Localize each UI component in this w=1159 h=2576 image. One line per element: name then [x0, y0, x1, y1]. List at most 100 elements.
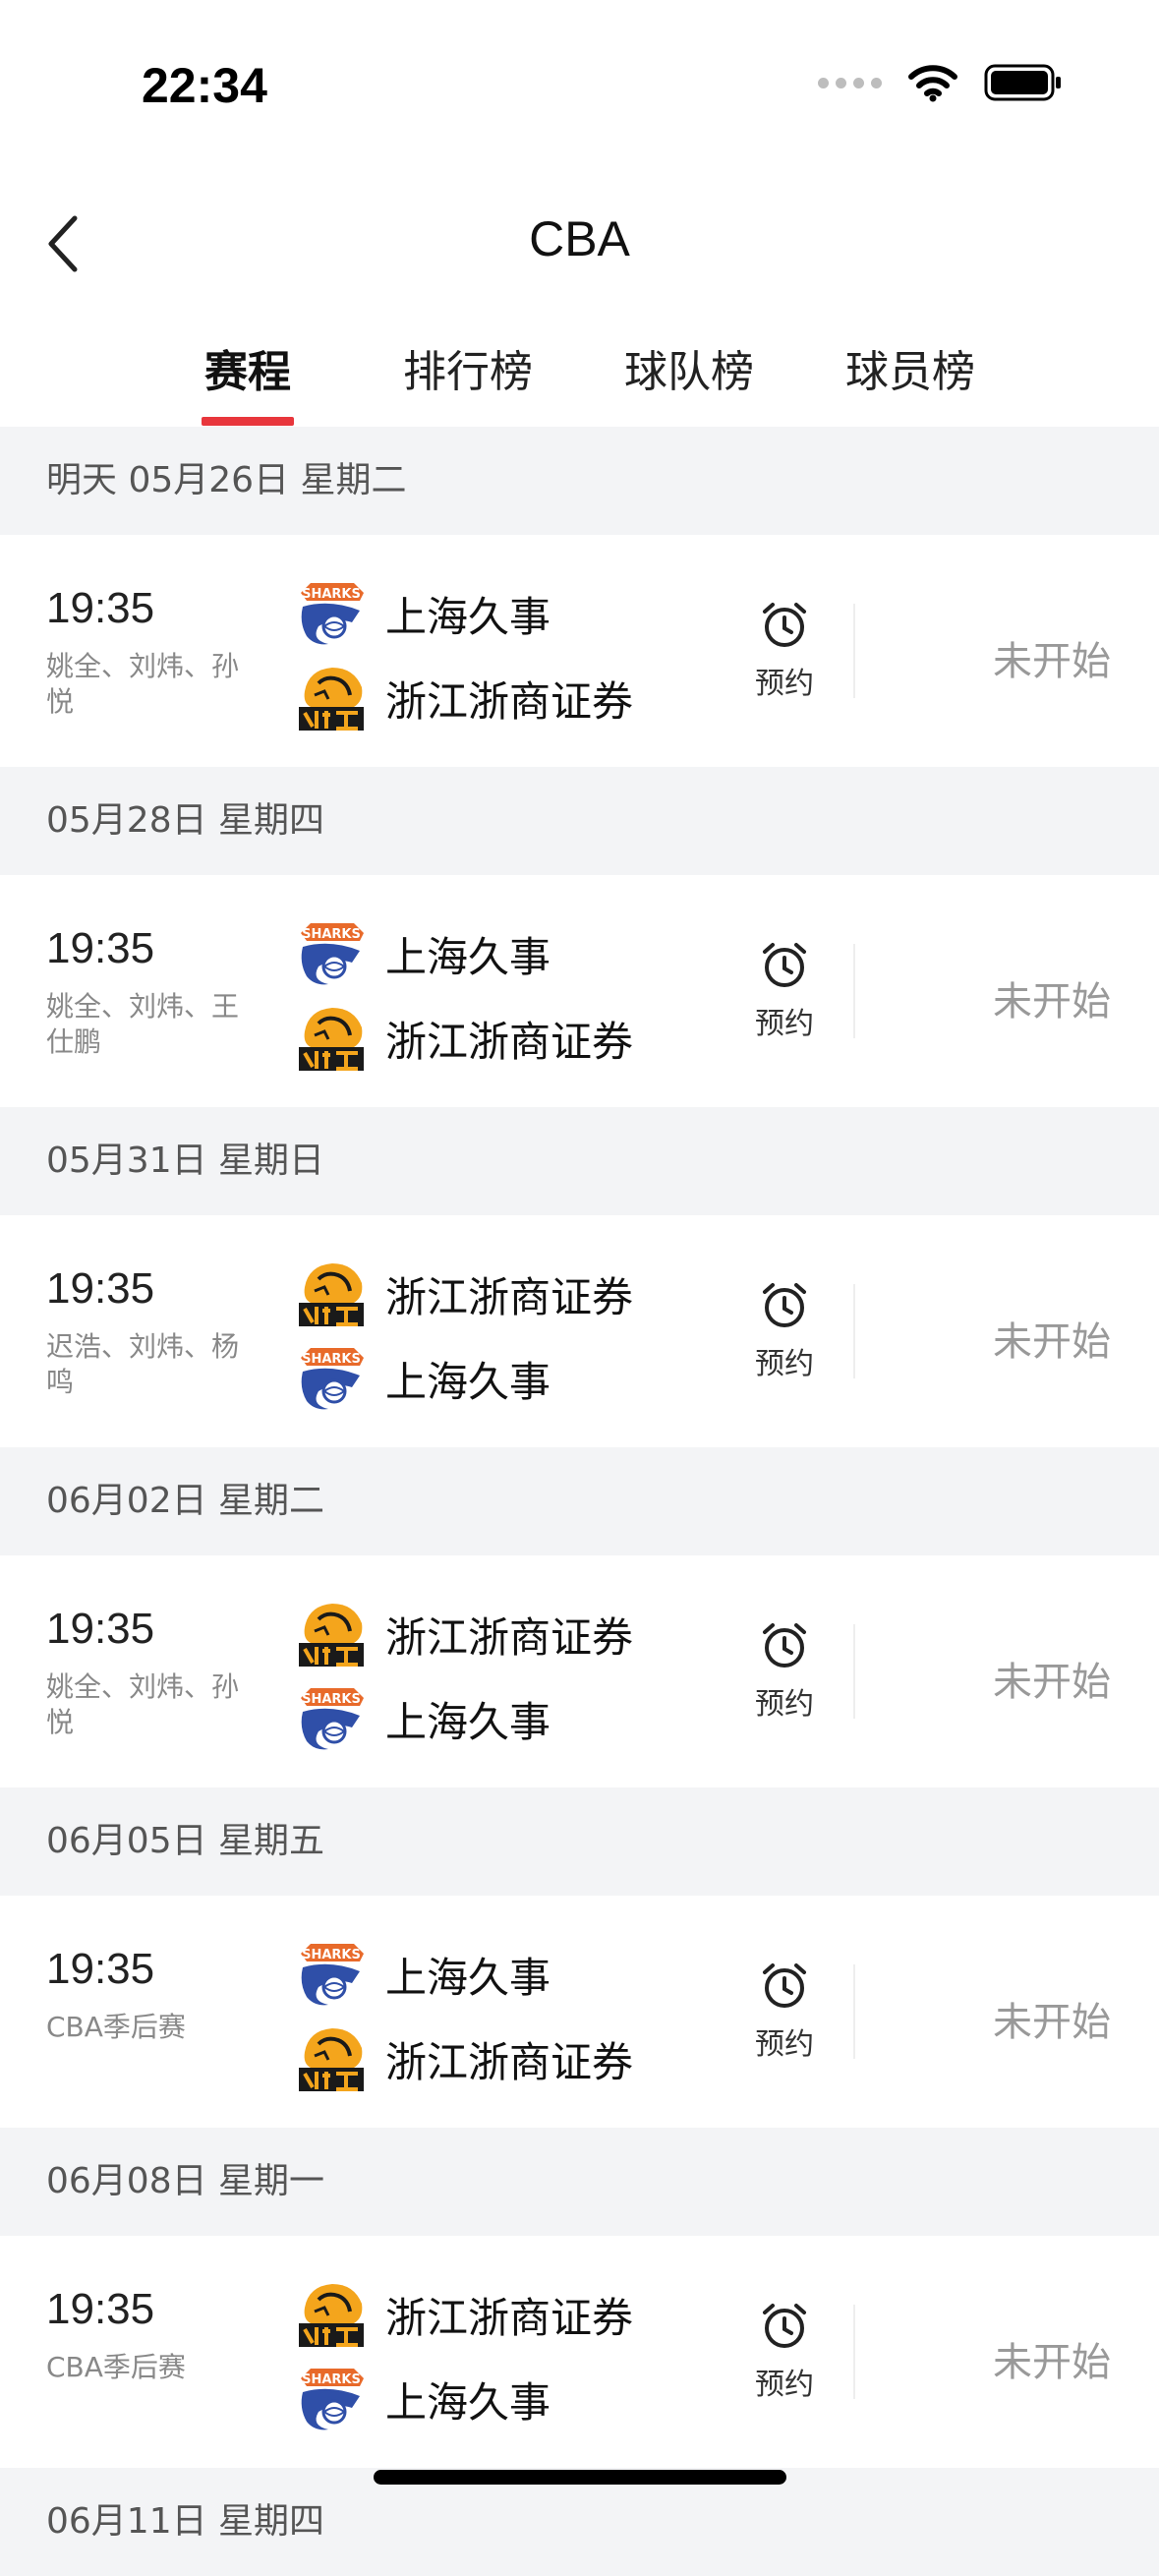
status-icons [818, 63, 1063, 102]
date-header: 明天 05月26日 星期二 [0, 427, 1159, 535]
svg-text:SHARKS: SHARKS [302, 927, 361, 942]
tab-rankings[interactable]: 排行榜 [389, 336, 547, 399]
home-team[interactable]: SHARKS 上海久事 [295, 916, 551, 991]
match-time: 19:35 [46, 924, 155, 972]
status-time: 22:34 [142, 58, 267, 113]
match-row[interactable]: 19:35 CBA季后赛 SHARKS 上海久事 浙江浙商证券 预约 未开始 [0, 1896, 1159, 2128]
reserve-label: 预约 [755, 2027, 814, 2062]
away-team[interactable]: 浙江浙商证券 [295, 661, 633, 735]
date-header: 05月31日 星期日 [0, 1107, 1159, 1215]
commentators: CBA季后赛 [46, 2011, 186, 2043]
match-time: 19:35 [46, 1605, 155, 1653]
team-name: 浙江浙商证券 [385, 1017, 634, 1066]
match-row[interactable]: 19:35 姚全、刘炜、孙悦 SHARKS 上海久事浙江浙商证券 预约 未开始 [0, 535, 1159, 767]
team-name: 浙江浙商证券 [385, 1612, 634, 1662]
match-time: 19:35 [46, 1264, 155, 1313]
home-team[interactable]: SHARKS 上海久事 [295, 576, 551, 651]
reserve-button[interactable]: 预约 [745, 1961, 824, 2063]
schedule-list: 明天 05月26日 星期二 19:35 姚全、刘炜、孙悦 SHARKS 上海久事 浙江浙商… [0, 427, 1159, 2576]
home-indicator[interactable] [374, 2470, 786, 2485]
tab-team-stats[interactable]: 球队榜 [610, 336, 768, 399]
alarm-clock-icon [763, 1963, 806, 2008]
divider [853, 944, 855, 1038]
reserve-label: 预约 [755, 1347, 814, 1381]
home-team[interactable]: 浙江浙商证券 [295, 1257, 633, 1331]
divider [853, 604, 855, 698]
alarm-clock-icon [763, 943, 806, 987]
shanghai-team-logo-icon: SHARKS [295, 1342, 368, 1415]
shanghai-team-logo-icon: SHARKS [295, 2363, 368, 2435]
reserve-button[interactable]: 预约 [745, 600, 824, 702]
svg-text:SHARKS: SHARKS [302, 2372, 361, 2387]
divider [853, 1624, 855, 1719]
commentators: CBA季后赛 [46, 2351, 186, 2383]
match-time: 19:35 [46, 584, 155, 632]
wifi-icon [908, 65, 957, 102]
shanghai-team-logo-icon: SHARKS [295, 1938, 368, 2011]
zhejiang-team-logo-icon [295, 1002, 368, 1075]
match-row[interactable]: 19:35 姚全、刘炜、孙悦 浙江浙商证券 SHARKS 上海久事 预约 未开始 [0, 1555, 1159, 1787]
match-status: 未开始 [993, 979, 1111, 1025]
match-status: 未开始 [993, 2340, 1111, 2385]
team-name: 上海久事 [385, 2377, 551, 2427]
commentators: 姚全、刘炜、王仕鹏 [46, 990, 240, 1058]
commentators: 姚全、刘炜、孙悦 [46, 650, 240, 718]
reserve-label: 预约 [755, 1007, 814, 1041]
divider [853, 1284, 855, 1378]
team-name: 上海久事 [385, 592, 551, 641]
reserve-button[interactable]: 预约 [745, 1620, 824, 1723]
match-status: 未开始 [993, 639, 1111, 684]
away-team[interactable]: 浙江浙商证券 [295, 1001, 633, 1076]
match-row[interactable]: 19:35 迟浩、刘炜、杨鸣 浙江浙商证券 SHARKS 上海久事 预约 未开始 [0, 1215, 1159, 1447]
team-name: 上海久事 [385, 1357, 551, 1406]
reserve-button[interactable]: 预约 [745, 2301, 824, 2403]
zhejiang-team-logo-icon [295, 2022, 368, 2095]
alarm-clock-icon [763, 1623, 806, 1668]
date-header: 06月05日 星期五 [0, 1787, 1159, 1896]
team-name: 浙江浙商证券 [385, 1272, 634, 1321]
zhejiang-team-logo-icon [295, 2278, 368, 2351]
away-team[interactable]: SHARKS 上海久事 [295, 2362, 551, 2436]
home-team[interactable]: SHARKS 上海久事 [295, 1937, 551, 2012]
home-team[interactable]: 浙江浙商证券 [295, 2277, 633, 2352]
home-team[interactable]: 浙江浙商证券 [295, 1597, 633, 1671]
zhejiang-team-logo-icon [295, 662, 368, 734]
divider [853, 1964, 855, 2059]
tab-bar: 赛程 排行榜 球队榜 球员榜 [0, 315, 1159, 427]
reserve-label: 预约 [755, 2368, 814, 2402]
battery-icon [984, 64, 1061, 101]
shanghai-team-logo-icon: SHARKS [295, 577, 368, 650]
team-name: 浙江浙商证券 [385, 676, 634, 726]
away-team[interactable]: 浙江浙商证券 [295, 2021, 633, 2096]
team-name: 浙江浙商证券 [385, 2037, 634, 2086]
zhejiang-team-logo-icon [295, 1598, 368, 1670]
zhejiang-team-logo-icon [295, 1258, 368, 1330]
active-tab-indicator [202, 417, 294, 426]
date-header: 06月02日 星期二 [0, 1447, 1159, 1555]
tab-schedule[interactable]: 赛程 [169, 336, 326, 399]
away-team[interactable]: SHARKS 上海久事 [295, 1341, 551, 1416]
alarm-clock-icon [763, 1283, 806, 1327]
team-name: 上海久事 [385, 1953, 551, 2002]
svg-text:SHARKS: SHARKS [302, 1692, 361, 1707]
team-name: 上海久事 [385, 932, 551, 981]
away-team[interactable]: SHARKS 上海久事 [295, 1681, 551, 1756]
match-row[interactable]: 19:35 CBA季后赛 浙江浙商证券 SHARKS 上海久事 预约 未开始 [0, 2236, 1159, 2468]
match-time: 19:35 [46, 2285, 155, 2333]
status-bar: 22:34 [0, 0, 1159, 167]
date-header: 05月28日 星期四 [0, 767, 1159, 875]
shanghai-team-logo-icon: SHARKS [295, 1682, 368, 1755]
alarm-clock-icon [763, 2304, 806, 2348]
match-status: 未开始 [993, 1660, 1111, 1705]
divider [853, 2305, 855, 2399]
cellular-signal-icon [818, 77, 882, 88]
tab-player-stats[interactable]: 球员榜 [832, 336, 989, 399]
reserve-button[interactable]: 预约 [745, 1280, 824, 1382]
match-time: 19:35 [46, 1945, 155, 1993]
commentators: 姚全、刘炜、孙悦 [46, 1670, 240, 1738]
shanghai-team-logo-icon: SHARKS [295, 917, 368, 990]
reserve-button[interactable]: 预约 [745, 940, 824, 1042]
team-name: 上海久事 [385, 1697, 551, 1746]
match-row[interactable]: 19:35 姚全、刘炜、王仕鹏 SHARKS 上海久事浙江浙商证券 预约 未开始 [0, 875, 1159, 1107]
alarm-clock-icon [763, 603, 806, 647]
